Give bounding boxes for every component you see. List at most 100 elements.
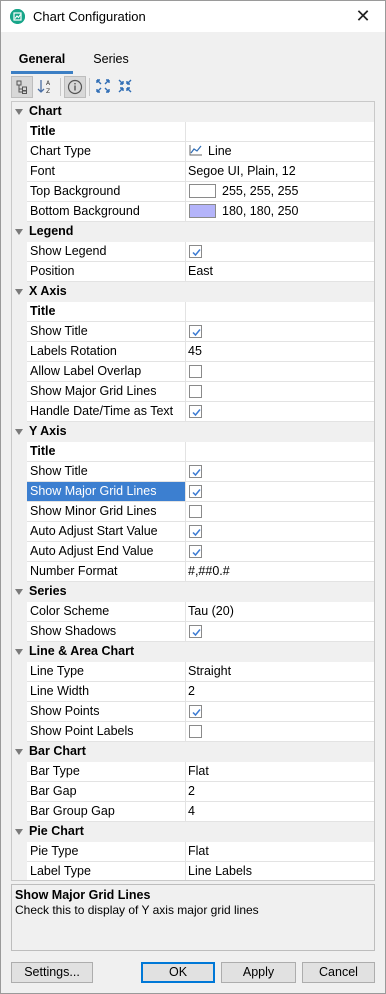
property-subheader[interactable]: Title	[12, 442, 374, 462]
expand-all-icon[interactable]	[93, 76, 115, 98]
property-row-show-shadows[interactable]: Show Shadows	[12, 622, 374, 642]
property-name[interactable]: Show Point Labels	[27, 722, 186, 742]
property-value[interactable]	[186, 122, 374, 142]
property-name[interactable]: Bar Group Gap	[27, 802, 186, 822]
ok-button[interactable]: OK	[141, 962, 215, 983]
property-name[interactable]: Bar Gap	[27, 782, 186, 802]
property-name[interactable]: Allow Label Overlap	[27, 362, 186, 382]
property-value[interactable]: #,##0.#	[186, 562, 374, 582]
property-row-line-type[interactable]: Line Type Straight	[12, 662, 374, 682]
property-value[interactable]	[186, 722, 374, 742]
chevron-down-icon[interactable]	[15, 229, 23, 235]
property-name[interactable]: Color Scheme	[27, 602, 186, 622]
property-value[interactable]	[186, 702, 374, 722]
property-name[interactable]: Show Title	[27, 462, 186, 482]
property-row-pie-type[interactable]: Pie Type Flat	[12, 842, 374, 862]
chevron-down-icon[interactable]	[15, 109, 23, 115]
property-name[interactable]: Show Shadows	[27, 622, 186, 642]
property-name[interactable]: Chart Type	[27, 142, 186, 162]
property-name[interactable]: Line Type	[27, 662, 186, 682]
property-value[interactable]: 45	[186, 342, 374, 362]
property-checkbox[interactable]	[189, 485, 202, 498]
property-row-bar-type[interactable]: Bar Type Flat	[12, 762, 374, 782]
property-name[interactable]: Line Width	[27, 682, 186, 702]
category-x-axis[interactable]: X Axis	[12, 282, 374, 302]
property-row-show-legend[interactable]: Show Legend	[12, 242, 374, 262]
property-row-show-major-grid-lines[interactable]: Show Major Grid Lines	[12, 482, 374, 502]
property-name[interactable]: Number Format	[27, 562, 186, 582]
property-row-line-width[interactable]: Line Width 2	[12, 682, 374, 702]
category-line-area-chart[interactable]: Line & Area Chart	[12, 642, 374, 662]
property-name[interactable]: Label Type	[27, 862, 186, 880]
color-swatch[interactable]	[189, 184, 216, 198]
property-value[interactable]	[186, 482, 374, 502]
categorized-view-icon[interactable]	[11, 76, 33, 98]
color-swatch[interactable]	[189, 204, 216, 218]
property-row-show-major-grid-lines[interactable]: Show Major Grid Lines	[12, 382, 374, 402]
category-y-axis[interactable]: Y Axis	[12, 422, 374, 442]
property-value[interactable]: Flat	[186, 842, 374, 862]
property-name[interactable]: Labels Rotation	[27, 342, 186, 362]
property-row-auto-adjust-start-value[interactable]: Auto Adjust Start Value	[12, 522, 374, 542]
property-value[interactable]: East	[186, 262, 374, 282]
sort-alphabetical-icon[interactable]: A Z	[35, 76, 57, 98]
property-value[interactable]: Flat	[186, 762, 374, 782]
property-value[interactable]	[186, 322, 374, 342]
chevron-down-icon[interactable]	[15, 429, 23, 435]
property-row-label-type[interactable]: Label Type Line Labels	[12, 862, 374, 880]
property-row-position[interactable]: Position East	[12, 262, 374, 282]
cancel-button[interactable]: Cancel	[302, 962, 375, 983]
property-value[interactable]	[186, 382, 374, 402]
property-value[interactable]	[186, 302, 374, 322]
category-pie-chart[interactable]: Pie Chart	[12, 822, 374, 842]
property-value[interactable]: Tau (20)	[186, 602, 374, 622]
property-row-bottom-background[interactable]: Bottom Background 180, 180, 250	[12, 202, 374, 222]
property-value[interactable]	[186, 542, 374, 562]
chevron-down-icon[interactable]	[15, 289, 23, 295]
property-name[interactable]: Bottom Background	[27, 202, 186, 222]
property-value[interactable]	[186, 362, 374, 382]
category-series[interactable]: Series	[12, 582, 374, 602]
property-value[interactable]: 2	[186, 782, 374, 802]
property-name[interactable]: Show Legend	[27, 242, 186, 262]
property-row-bar-group-gap[interactable]: Bar Group Gap 4	[12, 802, 374, 822]
property-value[interactable]: 4	[186, 802, 374, 822]
property-checkbox[interactable]	[189, 245, 202, 258]
chevron-down-icon[interactable]	[15, 749, 23, 755]
property-row-show-minor-grid-lines[interactable]: Show Minor Grid Lines	[12, 502, 374, 522]
property-name[interactable]: Font	[27, 162, 186, 182]
property-row-top-background[interactable]: Top Background 255, 255, 255	[12, 182, 374, 202]
close-icon[interactable]: ✕	[341, 1, 385, 32]
property-row-auto-adjust-end-value[interactable]: Auto Adjust End Value	[12, 542, 374, 562]
property-name[interactable]: Position	[27, 262, 186, 282]
property-row-show-points[interactable]: Show Points	[12, 702, 374, 722]
property-subheader[interactable]: Title	[12, 302, 374, 322]
property-name[interactable]: Pie Type	[27, 842, 186, 862]
property-name[interactable]: Handle Date/Time as Text	[27, 402, 186, 422]
info-icon[interactable]	[64, 76, 86, 98]
property-value[interactable]	[186, 522, 374, 542]
apply-button[interactable]: Apply	[221, 962, 296, 983]
property-value[interactable]	[186, 462, 374, 482]
property-checkbox[interactable]	[189, 385, 202, 398]
property-checkbox[interactable]	[189, 725, 202, 738]
property-checkbox[interactable]	[189, 405, 202, 418]
property-value[interactable]: Straight	[186, 662, 374, 682]
property-row-show-title[interactable]: Show Title	[12, 322, 374, 342]
collapse-all-icon[interactable]	[115, 76, 137, 98]
property-checkbox[interactable]	[189, 505, 202, 518]
property-name[interactable]: Auto Adjust Start Value	[27, 522, 186, 542]
property-value[interactable]: 2	[186, 682, 374, 702]
property-name[interactable]: Bar Type	[27, 762, 186, 782]
property-name[interactable]: Title	[27, 302, 186, 322]
property-name[interactable]: Show Major Grid Lines	[27, 482, 186, 502]
property-row-show-point-labels[interactable]: Show Point Labels	[12, 722, 374, 742]
property-row-number-format[interactable]: Number Format #,##0.#	[12, 562, 374, 582]
property-checkbox[interactable]	[189, 625, 202, 638]
property-name[interactable]: Show Minor Grid Lines	[27, 502, 186, 522]
chevron-down-icon[interactable]	[15, 829, 23, 835]
property-checkbox[interactable]	[189, 465, 202, 478]
property-row-allow-label-overlap[interactable]: Allow Label Overlap	[12, 362, 374, 382]
property-name[interactable]: Title	[27, 442, 186, 462]
property-name[interactable]: Auto Adjust End Value	[27, 542, 186, 562]
